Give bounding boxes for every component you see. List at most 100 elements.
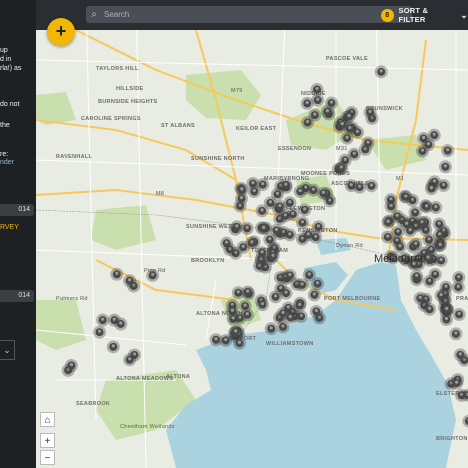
- map-marker[interactable]: [301, 228, 315, 242]
- sort-filter-button[interactable]: 8 SORT & FILTER ⌄: [381, 6, 468, 24]
- map-marker[interactable]: [408, 206, 422, 220]
- map-marker[interactable]: [106, 340, 120, 354]
- map-marker[interactable]: [256, 298, 270, 312]
- map-marker[interactable]: [399, 190, 413, 204]
- map-marker[interactable]: [93, 325, 107, 339]
- place-label: ALTONA MEADOWS: [116, 376, 173, 382]
- map-marker[interactable]: [114, 317, 128, 331]
- map-marker[interactable]: [340, 131, 354, 145]
- map-marker[interactable]: [269, 290, 283, 304]
- map-marker[interactable]: [295, 278, 309, 292]
- map-marker[interactable]: [266, 249, 280, 263]
- place-label: KEILOR EAST: [236, 126, 277, 132]
- map-marker[interactable]: [384, 199, 398, 213]
- zoom-in-button[interactable]: +: [40, 433, 55, 448]
- map-marker[interactable]: [424, 182, 438, 196]
- map-marker[interactable]: [381, 215, 395, 229]
- map-marker[interactable]: [423, 302, 437, 316]
- add-button[interactable]: +: [47, 18, 75, 46]
- map-marker[interactable]: [325, 96, 339, 110]
- map-marker[interactable]: [413, 291, 427, 305]
- map-marker[interactable]: [276, 320, 290, 334]
- map-marker[interactable]: [353, 180, 367, 194]
- map-marker[interactable]: [220, 236, 234, 250]
- map-marker[interactable]: [309, 304, 323, 318]
- map-marker[interactable]: [311, 277, 325, 291]
- map-marker[interactable]: [441, 144, 455, 158]
- place-label: PRAHRAN: [456, 296, 468, 302]
- map[interactable]: TAYLORS HILL HILLSIDE BURNSIDE HEIGHTS CARO…: [36, 0, 468, 468]
- map-marker[interactable]: [264, 322, 278, 336]
- search-input[interactable]: [102, 9, 396, 20]
- sidebar-select[interactable]: 014: [0, 290, 34, 302]
- map-marker[interactable]: [428, 268, 442, 282]
- zoom-out-button[interactable]: −: [40, 450, 55, 465]
- map-marker[interactable]: [240, 221, 254, 235]
- map-marker[interactable]: [293, 298, 307, 312]
- map-marker[interactable]: [301, 116, 315, 130]
- map-marker[interactable]: [257, 221, 271, 235]
- map-marker[interactable]: [361, 136, 375, 150]
- map-marker[interactable]: [123, 353, 137, 367]
- road-label: M1: [396, 176, 404, 182]
- search-icon: ⌕: [91, 9, 97, 20]
- map-marker[interactable]: [450, 376, 464, 390]
- search-bar[interactable]: ⌕: [86, 6, 412, 23]
- map-marker[interactable]: [434, 253, 448, 267]
- map-marker[interactable]: [438, 160, 452, 174]
- road-label: Dynon Rd: [336, 243, 363, 249]
- map-marker[interactable]: [410, 269, 424, 283]
- map-marker[interactable]: [434, 288, 448, 302]
- map-marker[interactable]: [146, 268, 160, 282]
- map-marker[interactable]: [235, 192, 249, 206]
- map-marker[interactable]: [334, 161, 348, 175]
- map-marker[interactable]: [452, 307, 466, 321]
- map-marker[interactable]: [449, 327, 463, 341]
- place-label: BRIGHTON: [436, 436, 468, 442]
- map-marker[interactable]: [240, 308, 254, 322]
- map-marker[interactable]: [209, 333, 223, 347]
- home-icon[interactable]: ⌂: [40, 412, 55, 427]
- map-marker[interactable]: [276, 306, 290, 320]
- map-marker[interactable]: [403, 224, 417, 238]
- map-marker[interactable]: [226, 312, 240, 326]
- map-marker[interactable]: [241, 285, 255, 299]
- map-marker[interactable]: [236, 240, 250, 254]
- map-marker[interactable]: [429, 200, 443, 214]
- map-marker[interactable]: [298, 203, 312, 217]
- map-marker[interactable]: [279, 178, 293, 192]
- city-label: Melbourne: [374, 253, 426, 265]
- map-marker[interactable]: [364, 179, 378, 193]
- map-canvas[interactable]: TAYLORS HILL HILLSIDE BURNSIDE HEIGHTS CARO…: [36, 0, 468, 468]
- map-marker[interactable]: [393, 240, 407, 254]
- map-marker[interactable]: [453, 348, 467, 362]
- map-marker[interactable]: [363, 105, 377, 119]
- map-marker[interactable]: [300, 96, 314, 110]
- map-marker[interactable]: [283, 228, 297, 242]
- chevron-down-icon[interactable]: ⌄: [0, 340, 15, 360]
- map-marker[interactable]: [123, 274, 137, 288]
- sidebar-text: RVEY: [0, 224, 19, 231]
- map-marker[interactable]: [451, 280, 465, 294]
- sidebar-select[interactable]: 014: [0, 204, 34, 216]
- sidebar-text[interactable]: nder: [0, 158, 36, 167]
- map-marker[interactable]: [306, 183, 320, 197]
- map-marker[interactable]: [286, 207, 300, 221]
- map-marker[interactable]: [335, 118, 349, 132]
- map-marker[interactable]: [96, 313, 110, 327]
- map-marker[interactable]: [416, 144, 430, 158]
- map-marker[interactable]: [270, 223, 284, 237]
- map-marker[interactable]: [110, 267, 124, 281]
- map-marker[interactable]: [433, 238, 447, 252]
- map-marker[interactable]: [374, 65, 388, 79]
- map-marker[interactable]: [283, 196, 297, 210]
- place-label: CAROLINE SPRINGS: [81, 116, 141, 122]
- map-marker[interactable]: [232, 336, 246, 350]
- map-marker[interactable]: [64, 359, 78, 373]
- road-label: Palmers Rd: [56, 296, 88, 302]
- map-marker[interactable]: [247, 184, 261, 198]
- map-marker[interactable]: [293, 185, 307, 199]
- map-marker[interactable]: [229, 325, 243, 339]
- map-marker[interactable]: [439, 313, 453, 327]
- map-marker[interactable]: [307, 288, 321, 302]
